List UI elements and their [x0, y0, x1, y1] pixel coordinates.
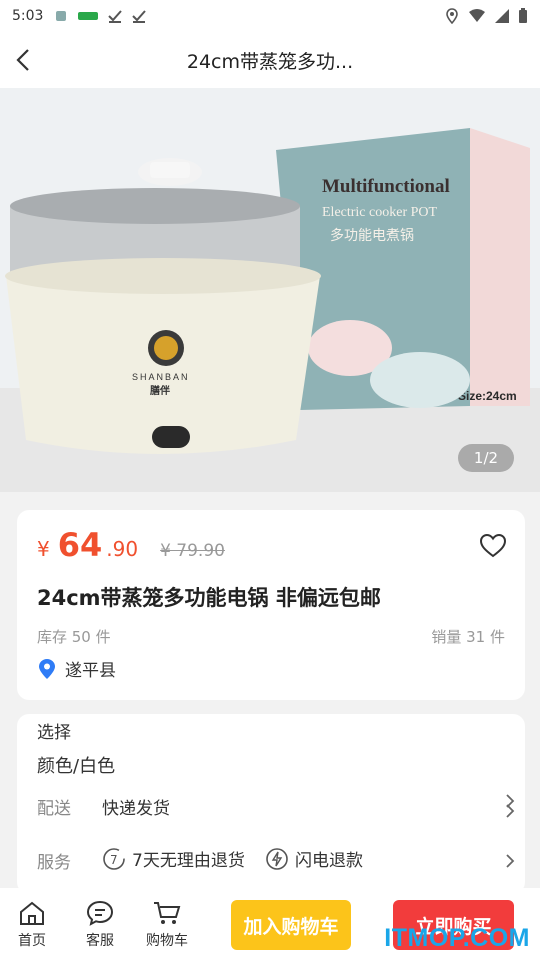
location-pin-icon: [39, 658, 55, 679]
stock-count: 库存 50 件: [37, 628, 111, 646]
add-to-cart-button[interactable]: 加入购物车: [231, 900, 351, 950]
brand-cn-text: 膳伴: [150, 384, 170, 397]
chevron-right-icon-3[interactable]: [503, 854, 517, 868]
chat-icon: [86, 900, 114, 926]
flash-refund-text: 闪电退款: [295, 851, 363, 871]
service-label: 服务: [37, 853, 71, 873]
svg-text:7: 7: [110, 853, 118, 867]
delivery-label: 配送: [37, 799, 71, 819]
download-done-icon: [108, 10, 123, 23]
status-bar: 5:03: [0, 0, 540, 32]
app-badge-icon: [78, 12, 99, 20]
nav-home[interactable]: 首页: [8, 900, 56, 950]
location-status-icon: [446, 8, 458, 24]
delivery-value[interactable]: 快递发货: [102, 794, 170, 819]
back-button[interactable]: [0, 32, 48, 88]
brand-en-text: SHANBAN: [132, 372, 190, 382]
home-icon: [20, 901, 44, 925]
image-counter: 1/2: [458, 444, 514, 472]
return-policy[interactable]: 7 7天无理由退货: [102, 846, 245, 871]
lightning-icon: [266, 847, 288, 870]
return-policy-text: 7天无理由退货: [132, 851, 245, 871]
product-info-card: ¥ 64 .90 ¥ 79.90 24cm带蒸笼多功能电锅 非偏远包邮 库存 5…: [17, 510, 525, 700]
cart-icon: [154, 902, 181, 924]
wifi-icon: [469, 9, 485, 22]
product-image-gallery[interactable]: Multifunctional Electric cooker POT 多功能电…: [0, 88, 540, 492]
original-price: ¥ 79.90: [160, 541, 225, 561]
nav-home-label: 首页: [18, 933, 46, 949]
system-icons: [444, 8, 528, 24]
box-text-3: 多功能电煮锅: [330, 227, 414, 244]
favorite-button[interactable]: [479, 532, 507, 560]
box-text-1: Multifunctional: [322, 176, 450, 197]
product-title: 24cm带蒸笼多功能电锅 非偏远包邮: [37, 586, 381, 610]
watermark: ITMOP.COM: [384, 924, 530, 952]
location-text: 遂平县: [65, 661, 116, 681]
status-time: 5:03: [12, 8, 44, 24]
app-notification-icon: [56, 11, 67, 21]
heart-icon: [479, 533, 507, 558]
location-row: 遂平县: [37, 656, 116, 681]
options-card: 选择 颜色/白色 配送 快递发货 服务 7 7天无理由退货 闪电退款: [17, 714, 525, 894]
price-currency: ¥: [37, 537, 50, 561]
chevron-right-icon-2: [506, 804, 515, 818]
nav-cart-label: 购物车: [146, 933, 188, 949]
select-label: 选择: [37, 723, 71, 743]
flash-refund[interactable]: 闪电退款: [265, 846, 363, 871]
download-done-icon-2: [132, 10, 147, 23]
box-text-2: Electric cooker POT: [322, 205, 438, 220]
nav-cart[interactable]: 购物车: [143, 900, 191, 950]
box-size-text: Size:24cm: [458, 389, 517, 403]
price-row: ¥ 64 .90 ¥ 79.90: [37, 526, 225, 564]
nav-service[interactable]: 客服: [76, 900, 124, 950]
header: 24cm带蒸笼多功...: [0, 32, 540, 88]
signal-icon: [495, 9, 509, 23]
battery-icon: [519, 8, 527, 23]
chevron-left-icon: [16, 49, 29, 71]
select-variant[interactable]: 颜色/白色: [37, 752, 115, 778]
price-decimal: .90: [106, 537, 139, 561]
product-photo: Multifunctional Electric cooker POT 多功能电…: [0, 88, 540, 492]
page-title: 24cm带蒸笼多功...: [186, 50, 354, 73]
price-integer: 64: [57, 526, 103, 564]
seven-day-return-icon: 7: [103, 847, 125, 870]
sales-count: 销量 31 件: [431, 628, 505, 646]
notification-icons: [53, 8, 147, 24]
nav-service-label: 客服: [86, 933, 114, 949]
